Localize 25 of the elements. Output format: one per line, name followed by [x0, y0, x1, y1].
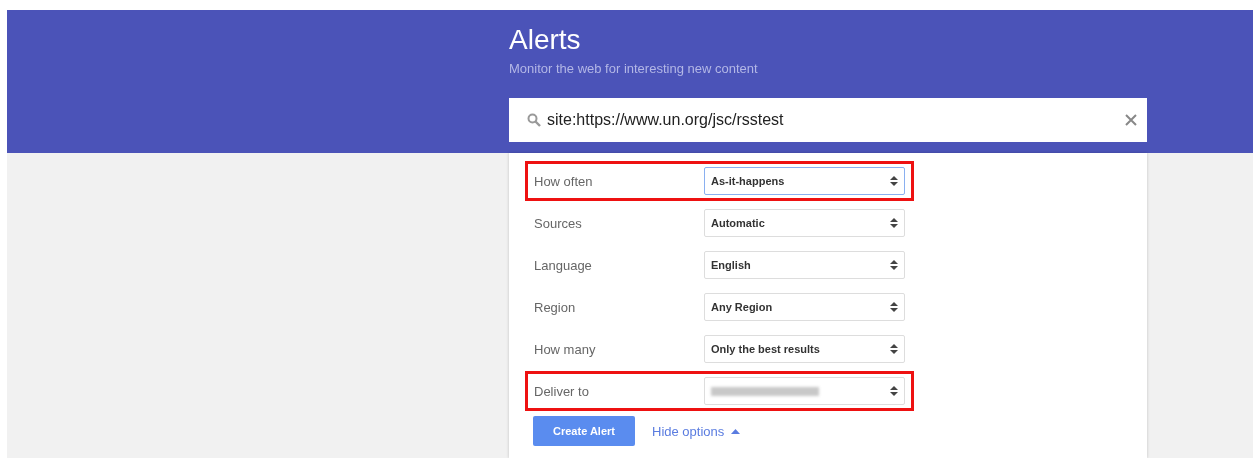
dropdown-arrows-icon: [890, 259, 898, 271]
dropdown-arrows-icon: [890, 385, 898, 397]
page-subtitle: Monitor the web for interesting new content: [509, 61, 758, 76]
option-label: How many: [534, 341, 597, 357]
search-bar[interactable]: site:https://www.un.org/jsc/rsstest: [509, 98, 1147, 142]
search-field[interactable]: site:https://www.un.org/jsc/rsstest: [541, 111, 1125, 129]
option-label: Deliver to: [534, 383, 590, 399]
option-select[interactable]: English: [704, 251, 905, 279]
option-select[interactable]: As-it-happens: [704, 167, 905, 195]
hide-options-link[interactable]: Hide options: [652, 423, 741, 439]
close-icon[interactable]: [1125, 114, 1137, 126]
caret-icon: [731, 428, 741, 434]
dropdown-arrows-icon: [890, 175, 898, 187]
dropdown-arrows-icon: [890, 301, 898, 313]
option-select[interactable]: Any Region: [704, 293, 905, 321]
option-select[interactable]: Only the best results: [704, 335, 905, 363]
option-label: Sources: [534, 215, 583, 231]
search-icon: [527, 113, 541, 127]
option-label: Region: [534, 299, 577, 315]
dropdown-arrows-icon: [890, 217, 898, 229]
option-label: How often: [534, 173, 594, 189]
option-select[interactable]: Automatic: [704, 209, 905, 237]
dropdown-arrows-icon: [890, 343, 898, 355]
option-label: Language: [534, 257, 593, 273]
page-title: Alerts: [509, 23, 581, 56]
